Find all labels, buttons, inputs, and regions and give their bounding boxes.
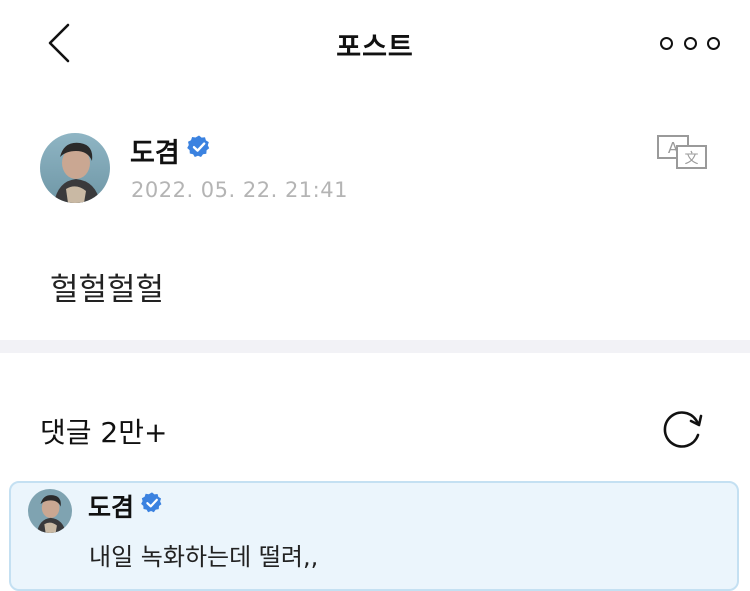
more-dot (707, 36, 720, 50)
verified-badge-icon (140, 491, 164, 521)
comment-author-name[interactable]: 도겸 (88, 488, 164, 524)
verified-badge-icon (186, 134, 212, 167)
avatar-image (28, 489, 72, 533)
top-bar: 포스트 (0, 0, 750, 86)
translate-icon: A 文 (657, 135, 707, 169)
comment-text: 내일 녹화하는데 떨려,, (89, 543, 319, 571)
comments-count-title: 댓글 2만+ (40, 416, 168, 449)
author-avatar[interactable] (40, 133, 110, 203)
more-dot (683, 36, 697, 50)
refresh-icon (663, 411, 703, 448)
author-name-label: 도겸 (130, 138, 180, 169)
page-title: 포스트 (336, 32, 414, 63)
translate-button[interactable]: A 文 (655, 133, 709, 171)
post-timestamp: 2022. 05. 22. 21:41 (131, 178, 348, 202)
author-name[interactable]: 도겸 (130, 131, 212, 170)
svg-text:文: 文 (685, 151, 699, 167)
comment-author-label: 도겸 (88, 493, 135, 522)
section-divider (0, 340, 750, 353)
refresh-button[interactable] (660, 408, 706, 450)
post-body: 헐헐헐헐 (50, 272, 165, 308)
more-dots-icon (660, 36, 673, 50)
more-options-button[interactable] (660, 26, 720, 60)
avatar-image (40, 133, 110, 203)
comment-author-avatar[interactable] (28, 489, 72, 533)
